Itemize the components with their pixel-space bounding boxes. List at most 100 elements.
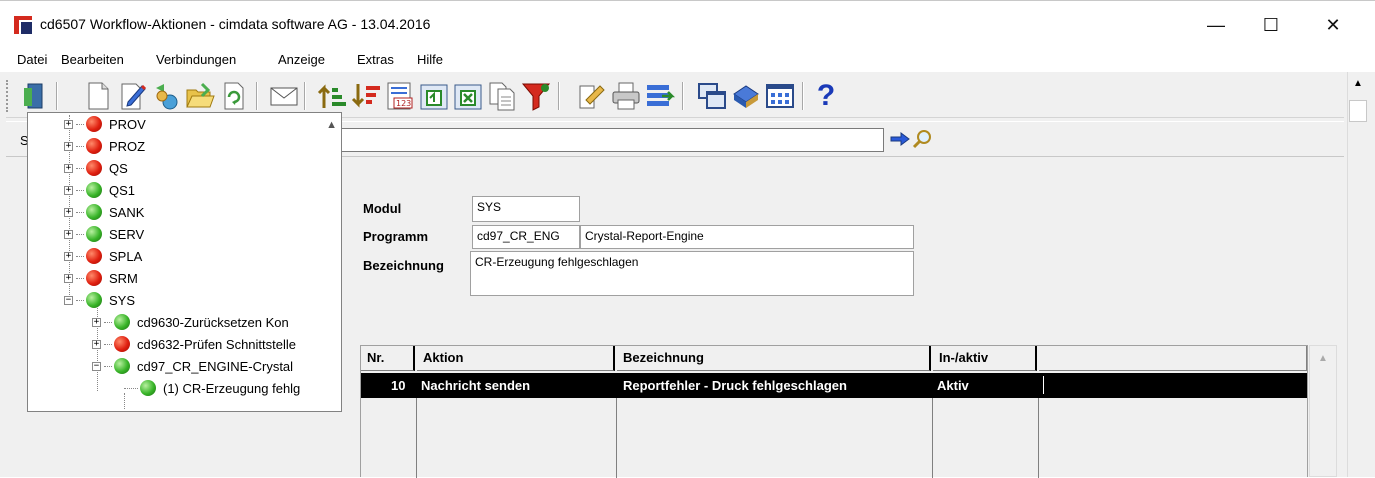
tree-node-label: cd9630-Zurücksetzen Kon <box>137 314 289 330</box>
tree-connector <box>124 387 138 389</box>
column-header-bezeichnung[interactable]: Bezeichnung <box>617 346 931 371</box>
tree-node[interactable]: + SANK <box>64 201 144 223</box>
window-title: cd6507 Workflow-Aktionen - cimdata softw… <box>40 16 431 32</box>
excel-export-icon[interactable] <box>452 80 484 112</box>
copy-pages-icon[interactable] <box>486 80 518 112</box>
column-divider <box>1038 398 1039 478</box>
modul-label: Modul <box>363 201 402 216</box>
filter-icon[interactable] <box>520 80 552 112</box>
tree-child-node[interactable]: + cd9630-Zurücksetzen Kon <box>92 311 289 333</box>
notes-icon[interactable] <box>576 80 608 112</box>
expand-icon[interactable]: + <box>64 141 73 151</box>
status-green-icon <box>140 380 156 396</box>
minimize-button[interactable]: — <box>1193 9 1239 41</box>
help-icon[interactable]: ? <box>810 80 842 112</box>
tree-node-label: PROZ <box>109 138 146 154</box>
window-scrollbar[interactable]: ▲ <box>1347 72 1368 477</box>
open-folder-icon[interactable] <box>184 80 216 112</box>
title-bar: cd6507 Workflow-Aktionen - cimdata softw… <box>0 0 1375 48</box>
cell-status: Aktiv <box>937 378 969 393</box>
tree-node[interactable]: + SRM <box>64 267 138 289</box>
expand-icon[interactable]: + <box>64 207 73 217</box>
menu-bearbeiten[interactable]: Bearbeiten <box>61 52 124 67</box>
number-format-icon[interactable]: 123 <box>384 80 416 112</box>
column-header-aktion[interactable]: Aktion <box>417 346 615 371</box>
expand-icon[interactable]: + <box>92 317 101 327</box>
svg-text:123: 123 <box>396 99 411 108</box>
exit-icon[interactable] <box>18 80 50 112</box>
sort-ascending-icon[interactable] <box>316 80 348 112</box>
scrollbar-thumb[interactable] <box>1349 100 1367 122</box>
tree-node[interactable]: + PROZ <box>64 135 145 157</box>
tree-node-expanded[interactable]: − SYS <box>64 289 135 311</box>
programm-code-field[interactable]: cd97_CR_ENG <box>472 225 580 249</box>
collapse-icon[interactable]: − <box>92 361 101 371</box>
table-row-selected[interactable]: 10 Nachricht senden Reportfehler - Druck… <box>361 373 1307 398</box>
layout-icon[interactable] <box>764 80 796 112</box>
expand-icon[interactable]: + <box>92 339 101 349</box>
close-button[interactable]: ✕ <box>1310 9 1356 41</box>
tree-connector <box>76 233 84 235</box>
tree-node-label: QS1 <box>109 182 136 198</box>
column-header-status[interactable]: In-/aktiv <box>933 346 1037 371</box>
modul-field[interactable]: SYS <box>472 196 580 222</box>
status-red-icon <box>86 270 102 286</box>
tree-node[interactable]: + QS1 <box>64 179 135 201</box>
export-icon[interactable] <box>418 80 450 112</box>
tree-node[interactable]: + PROV <box>64 113 146 135</box>
edit-icon[interactable] <box>116 80 148 112</box>
menu-hilfe[interactable]: Hilfe <box>417 52 443 67</box>
windows-icon[interactable] <box>696 80 728 112</box>
tree-connector <box>104 343 112 345</box>
menu-extras[interactable]: Extras <box>357 52 394 67</box>
column-divider <box>616 398 617 478</box>
search-icon[interactable] <box>911 128 933 150</box>
collapse-icon[interactable]: − <box>64 295 73 305</box>
column-divider <box>416 398 417 478</box>
menu-verbindungen[interactable]: Verbindungen <box>156 52 236 67</box>
toolbar-separator <box>802 82 804 110</box>
tree-connector <box>76 189 84 191</box>
mail-icon[interactable] <box>268 80 300 112</box>
menu-datei[interactable]: Datei <box>17 52 47 67</box>
column-header-nr[interactable]: Nr. <box>361 346 415 371</box>
cell-aktion: Nachricht senden <box>421 378 531 393</box>
arrow-right-icon[interactable] <box>889 130 911 148</box>
tree-child-node[interactable]: + cd9632-Prüfen Schnittstelle <box>92 333 296 355</box>
sort-descending-icon[interactable] <box>350 80 382 112</box>
scroll-up-arrow-icon[interactable]: ▲ <box>1348 72 1368 94</box>
table-scrollbar[interactable]: ▲ <box>1309 345 1337 477</box>
archive-icon[interactable] <box>730 80 762 112</box>
new-document-icon[interactable] <box>82 80 114 112</box>
tree-child-node-expanded[interactable]: − cd97_CR_ENGINE-Crystal <box>92 355 293 377</box>
toolbar-separator <box>56 82 58 110</box>
tree-node[interactable]: + QS <box>64 157 128 179</box>
table-scroll-up-icon[interactable]: ▲ <box>1312 348 1334 368</box>
tree-node[interactable]: + SPLA <box>64 245 142 267</box>
bezeichnung-field[interactable]: CR-Erzeugung fehlgeschlagen <box>470 251 914 296</box>
transfer-icon[interactable] <box>644 80 676 112</box>
programm-name-field[interactable]: Crystal-Report-Engine <box>580 225 914 249</box>
tree-node[interactable]: + SERV <box>64 223 144 245</box>
expand-icon[interactable]: + <box>64 273 73 283</box>
print-icon[interactable] <box>610 80 642 112</box>
status-red-icon <box>86 160 102 176</box>
tree-node-label: PROV <box>109 116 146 132</box>
module-tree[interactable]: ▲ + PROV + PROZ + QS + QS1 + SANK + SERV… <box>27 112 342 412</box>
expand-icon[interactable]: + <box>64 229 73 239</box>
tree-scroll-up-icon[interactable]: ▲ <box>326 119 337 131</box>
menu-anzeige[interactable]: Anzeige <box>278 52 325 67</box>
expand-icon[interactable]: + <box>64 185 73 195</box>
status-red-icon <box>114 336 130 352</box>
tree-node-label: (1) CR-Erzeugung fehlg <box>163 380 301 396</box>
expand-icon[interactable]: + <box>64 251 73 261</box>
expand-icon[interactable]: + <box>64 163 73 173</box>
tree-connector <box>104 321 112 323</box>
maximize-button[interactable]: ☐ <box>1248 9 1294 41</box>
refresh-icon[interactable] <box>218 80 250 112</box>
tree-leaf-node[interactable]: (1) CR-Erzeugung fehlg <box>124 377 300 399</box>
copy-icon[interactable] <box>150 80 182 112</box>
toolbar-grip[interactable] <box>6 80 10 112</box>
tree-connector <box>76 167 84 169</box>
expand-icon[interactable]: + <box>64 119 73 129</box>
